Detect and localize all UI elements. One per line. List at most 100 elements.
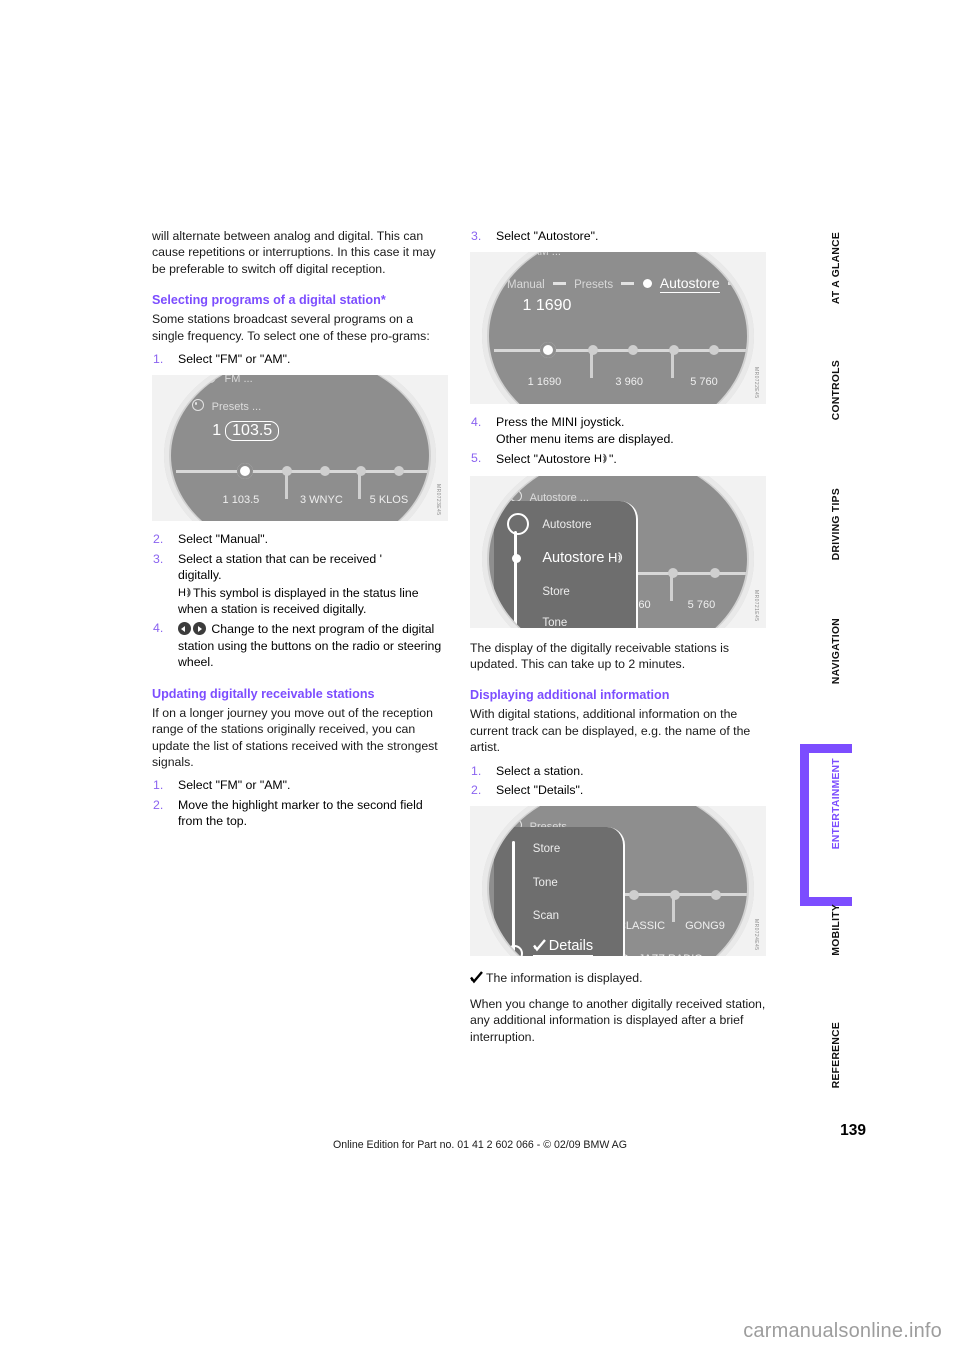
- sidebar-item-reference[interactable]: REFERENCE: [806, 1022, 866, 1124]
- tab-manual[interactable]: Manual: [507, 279, 545, 291]
- preset-node: [282, 466, 293, 477]
- slider-track: [513, 530, 517, 628]
- hd-radio-symbol-icon: H: [608, 550, 623, 565]
- tab-autostore[interactable]: Autostore: [659, 275, 720, 294]
- fm-band-row: FM ...: [204, 375, 253, 387]
- tab-separator: [727, 282, 741, 286]
- am-band-row: AM ...: [522, 475, 572, 482]
- svg-text:H: H: [594, 453, 602, 465]
- mode-tab-bar: Manual Presets Autostore: [507, 275, 746, 294]
- radio-button-icon: [191, 399, 204, 412]
- sidebar-item-mobility[interactable]: MOBILITY: [806, 904, 866, 1000]
- preset-label: JAZZ RADIO: [639, 951, 703, 956]
- preset-node: [668, 568, 679, 579]
- sidebar-item-at-a-glance[interactable]: AT A GLANCE: [806, 232, 866, 340]
- figure-id-code: MR0721E45: [753, 590, 759, 622]
- preset-number: 1: [212, 422, 222, 440]
- step-number: 1.: [153, 352, 164, 367]
- preset-label: 5 760: [690, 375, 718, 388]
- step-text: Press the MINI joystick.: [496, 415, 625, 430]
- preset-node: [670, 889, 681, 900]
- step-list-update: 1. Select "FM" or "AM". 2. Move the high…: [152, 777, 448, 829]
- sidebar-item-label: AT A GLANCE: [830, 232, 842, 305]
- preset-axis: [176, 463, 430, 499]
- sidebar-item-label: NAVIGATION: [830, 618, 842, 685]
- display-inner: FM ... Presets ... 1 103.5 1 103.5 3 WNY…: [170, 375, 430, 522]
- list-item: 2. Move the highlight marker to the seco…: [152, 797, 448, 830]
- fm-current-frequency: 1 103.5: [212, 421, 280, 442]
- step-text: Move the highlight marker to the second …: [178, 797, 423, 829]
- step-text: Change to the next program of the digita…: [178, 622, 442, 670]
- step-text: Select a station.: [496, 763, 584, 778]
- preset-label: GONG9: [685, 919, 725, 932]
- slider-position-dot: [511, 554, 521, 564]
- page-sheet: will alternate between analog and digita…: [0, 0, 960, 1358]
- tab-separator: [552, 282, 566, 286]
- preset-number: 1: [522, 297, 532, 315]
- list-item: 2. Select "Manual".: [152, 531, 448, 547]
- menu-item-tone[interactable]: Tone: [542, 615, 567, 627]
- svg-text:H: H: [608, 550, 617, 565]
- right-text-column: 3. Select "Autostore". AM ... Manual: [470, 228, 766, 1045]
- radio-button-icon: [505, 944, 523, 957]
- preset-node: [709, 568, 720, 579]
- figure-id-code: MR0722E45: [753, 367, 759, 399]
- intro-paragraph: will alternate between analog and digita…: [152, 229, 436, 276]
- preset-node: [628, 345, 639, 356]
- list-item: 5. Select "Autostore H ".: [470, 450, 766, 467]
- sidebar-item-controls[interactable]: CONTROLS: [806, 360, 866, 460]
- step-number: 2.: [153, 797, 164, 812]
- step-subtext-with-symbol: H This symbol is displayed in the status …: [178, 585, 419, 617]
- menu-scroll-slider[interactable]: [503, 838, 524, 956]
- arrow-right-button-icon[interactable]: [193, 622, 206, 636]
- menu-scroll-slider[interactable]: [504, 512, 529, 628]
- step-number: 2.: [471, 783, 482, 798]
- preset-label: 4 1480: [649, 403, 683, 404]
- sidebar-item-navigation[interactable]: NAVIGATION: [806, 618, 866, 734]
- menu-item-autostore[interactable]: Autostore: [542, 517, 591, 533]
- step-subtext: Other menu items are displayed.: [496, 431, 674, 446]
- sidebar-item-label: ENTERTAINMENT: [830, 758, 842, 850]
- am-band-label: AM ...: [543, 476, 572, 479]
- tab-presets[interactable]: Presets: [574, 279, 613, 291]
- fm-menu-label: Presets ...: [211, 401, 262, 414]
- hd-radio-symbol-icon: H: [594, 452, 609, 465]
- frequency-value: 1690: [535, 297, 572, 315]
- am-band-row: AM ...: [512, 252, 561, 260]
- preset-label: 5 760: [687, 598, 716, 611]
- left-text-column: will alternate between analog and digita…: [152, 228, 448, 833]
- slider-knob[interactable]: [506, 512, 529, 535]
- sidebar-item-label: CONTROLS: [830, 360, 842, 421]
- sidebar-item-label: DRIVING TIPS: [830, 488, 842, 561]
- step-text: Select "FM" or "AM".: [178, 778, 291, 793]
- section-heading-selecting-programs: Selecting programs of a digital station*: [152, 293, 386, 308]
- figure-id-code: MR0723E45: [435, 484, 441, 516]
- paragraph-additional-info: With digital stations, additional inform…: [470, 707, 751, 755]
- preset-tick: [358, 472, 362, 499]
- arrow-left-button-icon[interactable]: [178, 622, 191, 636]
- preset-tick: [284, 472, 288, 499]
- fm-band-label: FM ...: [224, 375, 253, 386]
- list-item: 1. Select "FM" or "AM".: [152, 351, 448, 367]
- radio-button-icon: [204, 375, 217, 384]
- fm-band-row: FM ...: [522, 806, 571, 810]
- preset-axis: [494, 342, 748, 378]
- menu-item-store[interactable]: Store: [533, 841, 561, 857]
- preset-node: [628, 889, 639, 900]
- section-tab-sidebar: AT A GLANCE CONTROLS DRIVING TIPS NAVIGA…: [800, 232, 866, 1132]
- preset-label: 2 99.3: [264, 520, 295, 521]
- menu-item-store[interactable]: Store: [542, 584, 570, 600]
- tab-selected-dot-icon: [642, 279, 652, 289]
- preset-tick: [590, 351, 594, 378]
- step-number: 4.: [471, 415, 482, 430]
- sidebar-item-driving-tips[interactable]: DRIVING TIPS: [806, 488, 866, 598]
- menu-item-autostore-hd[interactable]: Autostore H: [542, 547, 623, 566]
- paragraph-display-updated: The display of the digitally receivable …: [470, 640, 730, 672]
- list-item: 3. Select a station that can be received…: [152, 551, 448, 618]
- menu-item-tone[interactable]: Tone: [533, 875, 558, 891]
- menu-item-details[interactable]: Details: [532, 937, 594, 957]
- figure-fm-presets: FM ... Presets ... 1 103.5 1 103.5 3 WNY…: [152, 375, 448, 522]
- menu-item-scan[interactable]: Scan: [533, 908, 559, 924]
- sidebar-item-entertainment[interactable]: ENTERTAINMENT: [800, 744, 866, 906]
- step-list-autostore: 3. Select "Autostore".: [470, 228, 766, 244]
